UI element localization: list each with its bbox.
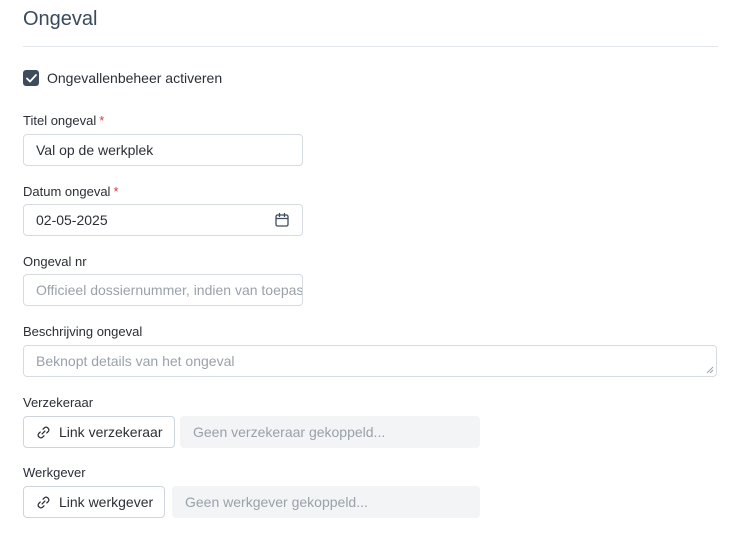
link-employer-label: Link werkgever — [59, 494, 154, 510]
title-label: Titel ongeval * — [23, 113, 104, 128]
date-label-text: Datum ongeval — [23, 184, 111, 199]
calendar-icon[interactable] — [274, 212, 290, 228]
required-mark: * — [99, 113, 105, 128]
title-input[interactable]: Val op de werkplek — [23, 134, 303, 166]
link-insurer-button[interactable]: Link verzekeraar — [23, 416, 175, 448]
title-label-text: Titel ongeval — [23, 113, 97, 128]
link-icon — [36, 495, 51, 510]
activate-checkbox-row[interactable]: Ongevallenbeheer activeren — [23, 70, 222, 86]
description-textarea[interactable]: Beknopt details van het ongeval — [23, 345, 717, 377]
employer-status: Geen werkgever gekoppeld... — [172, 486, 480, 518]
link-employer-button[interactable]: Link werkgever — [23, 486, 166, 518]
employer-label: Werkgever — [23, 465, 86, 480]
title-input-value: Val op de werkplek — [36, 142, 154, 158]
insurer-status: Geen verzekeraar gekoppeld... — [180, 416, 480, 448]
activate-checkbox[interactable] — [23, 70, 39, 86]
check-icon — [25, 73, 37, 82]
incident-section: Ongeval Ongevallenbeheer activeren Titel… — [0, 0, 735, 548]
insurer-label: Verzekeraar — [23, 395, 94, 410]
date-input[interactable]: 02-05-2025 — [23, 204, 303, 236]
section-title: Ongeval — [23, 8, 98, 30]
insurer-status-text: Geen verzekeraar gekoppeld... — [193, 424, 386, 440]
required-mark: * — [113, 184, 119, 199]
date-input-value: 02-05-2025 — [36, 212, 108, 228]
description-label: Beschrijving ongeval — [23, 324, 143, 339]
link-insurer-label: Link verzekeraar — [59, 424, 163, 440]
number-label: Ongeval nr — [23, 254, 87, 269]
resize-handle-icon[interactable] — [706, 366, 714, 374]
description-placeholder: Beknopt details van het ongeval — [36, 353, 235, 369]
activate-label[interactable]: Ongevallenbeheer activeren — [47, 70, 222, 86]
employer-status-text: Geen werkgever gekoppeld... — [185, 494, 368, 510]
divider — [23, 46, 718, 47]
date-label: Datum ongeval * — [23, 184, 119, 199]
number-input-placeholder: Officieel dossiernummer, indien van toep… — [36, 282, 303, 298]
link-icon — [36, 425, 51, 440]
number-input[interactable]: Officieel dossiernummer, indien van toep… — [23, 274, 303, 306]
